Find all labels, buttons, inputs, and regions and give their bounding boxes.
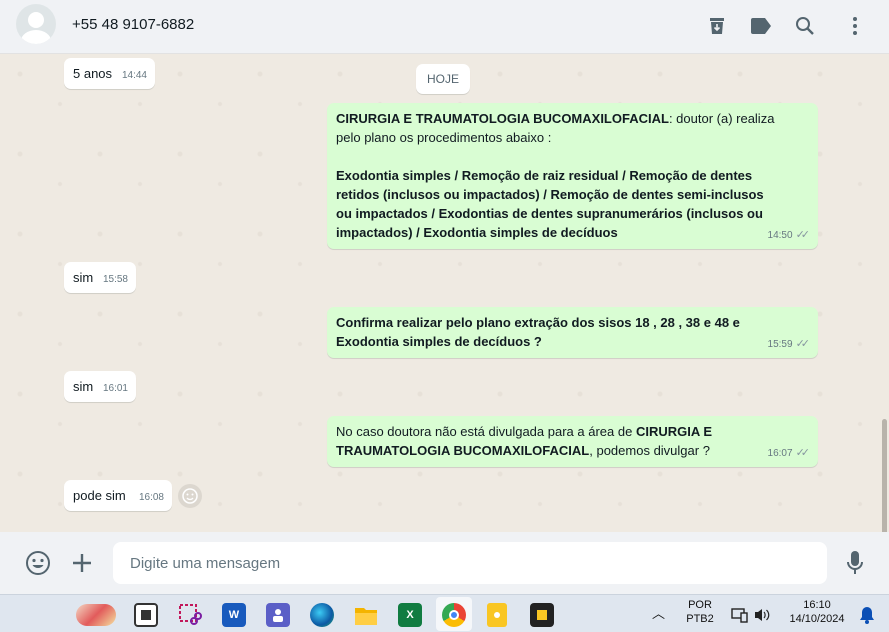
time-label: 14:44 bbox=[121, 70, 147, 81]
message-line: No caso doutora não está divulgada para … bbox=[336, 422, 809, 441]
contact-name[interactable]: +55 48 9107-6882 bbox=[72, 16, 194, 33]
windows-taskbar: W X ︿ POR PTB2 16:10 14/10/2024 bbox=[0, 594, 889, 632]
task-view-square bbox=[141, 610, 151, 620]
language-code: POR bbox=[688, 599, 712, 611]
contact-avatar[interactable] bbox=[16, 4, 56, 44]
bold-text: impactados) / Exodontia simples de decíd… bbox=[336, 225, 618, 240]
time-label: 16:08 bbox=[138, 492, 164, 503]
double-check-icon: ✓✓ bbox=[795, 229, 811, 241]
message-incoming[interactable]: sim 15:58 bbox=[64, 262, 136, 293]
sticky-icon[interactable] bbox=[530, 603, 554, 627]
clock-date: 14/10/2024 bbox=[789, 613, 845, 625]
date-chip: HOJE bbox=[416, 64, 470, 94]
bold-text: CIRURGIA E TRAUMATOLOGIA BUCOMAXILOFACIA… bbox=[336, 111, 669, 126]
bold-text: CIRURGIA E bbox=[635, 424, 713, 439]
avatar-head bbox=[28, 12, 44, 28]
notes-dot bbox=[494, 612, 500, 618]
message-incoming[interactable]: pode sim 16:08 bbox=[64, 480, 172, 511]
time-label: 14:50 bbox=[767, 230, 793, 241]
notes-icon[interactable] bbox=[487, 603, 507, 627]
time-label: 16:01 bbox=[102, 383, 128, 394]
message-text: sim bbox=[73, 379, 94, 394]
message-text: pode sim bbox=[73, 488, 126, 503]
language-indicator[interactable]: POR PTB2 bbox=[682, 598, 718, 626]
search-icon[interactable] bbox=[793, 14, 817, 38]
message-line: Confirma realizar pelo plano extração do… bbox=[336, 313, 809, 332]
chrome-center bbox=[449, 610, 459, 620]
sticky-square bbox=[537, 610, 547, 620]
edge-icon[interactable] bbox=[310, 603, 334, 627]
menu-icon[interactable] bbox=[843, 14, 867, 38]
clock-time: 16:10 bbox=[803, 599, 831, 611]
message-time: 15:58 bbox=[103, 270, 128, 289]
message-line: retidos (inclusos ou impactados) / Remoç… bbox=[336, 185, 809, 204]
message-incoming[interactable]: 5 anos 14:44 bbox=[64, 58, 155, 89]
message-line: pelo plano os procedimentos abaixo : bbox=[336, 130, 552, 145]
double-check-icon: ✓✓ bbox=[795, 338, 811, 350]
double-check-icon: ✓✓ bbox=[795, 447, 811, 459]
message-time: 16:01 bbox=[103, 379, 128, 398]
task-view-icon[interactable] bbox=[134, 603, 158, 627]
message-incoming[interactable]: sim 16:01 bbox=[64, 371, 136, 402]
message-line: Exodontia simples / Remoção de raiz resi… bbox=[336, 166, 809, 185]
message-line: CIRURGIA E TRAUMATOLOGIA BUCOMAXILOFACIA… bbox=[336, 109, 809, 128]
react-emoji-icon[interactable] bbox=[178, 484, 202, 508]
volume-icon[interactable] bbox=[750, 603, 774, 627]
file-explorer-icon[interactable] bbox=[354, 603, 378, 627]
network-icon[interactable] bbox=[728, 603, 752, 627]
microphone-icon[interactable] bbox=[842, 550, 868, 576]
notification-bell-icon[interactable] bbox=[855, 603, 879, 627]
message-outgoing[interactable]: CIRURGIA E TRAUMATOLOGIA BUCOMAXILOFACIA… bbox=[327, 103, 818, 249]
snipping-tool-icon[interactable] bbox=[178, 603, 202, 627]
bold-text: TRAUMATOLOGIA BUCOMAXILOFACIAL bbox=[336, 443, 590, 458]
keyboard-layout: PTB2 bbox=[686, 613, 714, 625]
label-icon[interactable] bbox=[749, 14, 773, 38]
word-icon[interactable]: W bbox=[222, 603, 246, 627]
message-text: , podemos divulgar ? bbox=[589, 443, 710, 458]
message-outgoing[interactable]: Confirma realizar pelo plano extração do… bbox=[327, 307, 818, 358]
attach-plus-icon[interactable] bbox=[69, 550, 95, 576]
teams-icon[interactable] bbox=[266, 603, 290, 627]
emoji-icon[interactable] bbox=[25, 550, 51, 576]
message-line: Exodontia simples de decíduos ? bbox=[336, 332, 809, 351]
chevron-up-icon[interactable]: ︿ bbox=[652, 607, 665, 621]
time-label: 15:58 bbox=[102, 274, 128, 285]
bold-text: Exodontia simples / Remoção de raiz resi… bbox=[336, 168, 753, 183]
message-text: No caso doutora não está divulgada para … bbox=[336, 424, 636, 439]
excel-icon[interactable]: X bbox=[398, 603, 422, 627]
clock[interactable]: 16:10 14/10/2024 bbox=[782, 598, 852, 626]
message-time: 16:08 bbox=[139, 488, 164, 507]
bold-text: retidos (inclusos ou impactados) / Remoç… bbox=[336, 187, 764, 202]
message-composer bbox=[0, 532, 889, 594]
message-outgoing[interactable]: No caso doutora não está divulgada para … bbox=[327, 416, 818, 467]
message-line: TRAUMATOLOGIA BUCOMAXILOFACIAL, podemos … bbox=[336, 441, 809, 460]
chat-header: +55 48 9107-6882 bbox=[0, 0, 889, 54]
message-line: ou impactados / Exodontias de dentes sup… bbox=[336, 204, 809, 223]
message-line: impactados) / Exodontia simples de decíd… bbox=[336, 223, 809, 242]
bold-text: Exodontia simples de decíduos ? bbox=[336, 334, 542, 349]
bold-text: ou impactados / Exodontias de dentes sup… bbox=[336, 206, 763, 221]
widgets-icon[interactable] bbox=[76, 604, 116, 626]
bold-text: Confirma realizar pelo plano extração do… bbox=[336, 315, 740, 330]
message-meta: 14:50 ✓✓ bbox=[767, 226, 811, 245]
archive-icon[interactable] bbox=[705, 14, 729, 38]
time-label: 15:59 bbox=[767, 339, 793, 350]
avatar-body bbox=[21, 30, 51, 44]
time-label: 16:07 bbox=[767, 448, 793, 459]
chrome-icon[interactable] bbox=[442, 603, 466, 627]
message-input[interactable] bbox=[113, 542, 827, 584]
message-meta: 16:07 ✓✓ bbox=[767, 444, 811, 463]
message-text: sim bbox=[73, 270, 94, 285]
message-meta: 15:59 ✓✓ bbox=[767, 335, 811, 354]
message-text: 5 anos bbox=[73, 66, 113, 81]
chat-scrollbar[interactable] bbox=[882, 419, 887, 532]
message-text: : doutor (a) realiza bbox=[668, 111, 775, 126]
message-time: 14:44 bbox=[122, 66, 147, 85]
